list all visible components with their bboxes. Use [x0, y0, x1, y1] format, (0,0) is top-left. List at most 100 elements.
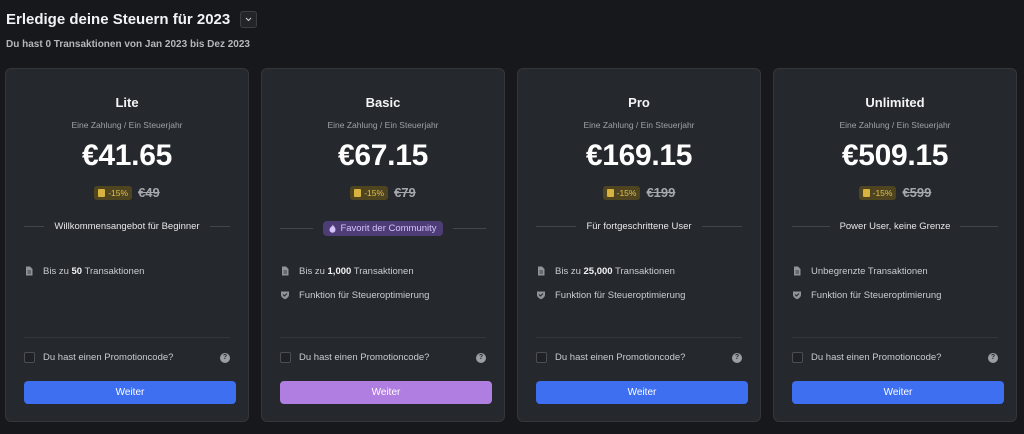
plan-tagline: Power User, keine Grenze	[839, 221, 951, 232]
plan-card-unlimited: Unlimited Eine Zahlung / Ein Steuerjahr …	[773, 68, 1017, 422]
plan-tagline: Willkommensangebot für Beginner	[54, 221, 200, 232]
plan-name: Lite	[115, 95, 139, 110]
help-icon[interactable]: ?	[732, 352, 742, 363]
feature-text: Bis zu 50 Transaktionen	[43, 265, 145, 277]
feature-list: Bis zu 25,000 Transaktionen Funktion für…	[536, 265, 742, 313]
promo-checkbox[interactable]	[536, 352, 547, 363]
divider-line	[701, 226, 743, 227]
tag-icon	[606, 188, 614, 197]
plan-frequency: Eine Zahlung / Ein Steuerjahr	[327, 120, 439, 130]
document-icon	[536, 266, 546, 276]
divider-line	[280, 337, 486, 338]
tagline-divider: Willkommensangebot für Beginner	[24, 221, 230, 232]
plan-tagline: Favorit der Community	[340, 223, 437, 234]
discount-label: -15%	[872, 187, 893, 198]
help-icon[interactable]: ?	[220, 352, 230, 363]
discount-badge: -15%	[350, 185, 389, 200]
promo-code-toggle[interactable]: Du hast einen Promotioncode?	[24, 352, 173, 363]
plan-price: €41.65	[82, 139, 172, 172]
year-dropdown-button[interactable]	[240, 10, 258, 28]
discount-badge: -15%	[602, 185, 641, 200]
continue-button[interactable]: Weiter	[792, 381, 1004, 404]
tag-icon	[354, 188, 362, 197]
divider-line	[792, 337, 998, 338]
discount-label: -15%	[616, 187, 637, 198]
shield-icon	[792, 290, 802, 300]
document-icon	[792, 266, 802, 276]
chevron-down-icon	[245, 17, 252, 21]
plan-name: Pro	[628, 95, 650, 110]
divider-line	[280, 228, 314, 229]
divider-line	[536, 337, 742, 338]
feature-text: Funktion für Steueroptimierung	[299, 289, 430, 301]
plan-price: €509.15	[841, 139, 949, 172]
feature-list: Bis zu 50 Transaktionen	[24, 265, 230, 289]
divider-line	[24, 337, 230, 338]
page-header: Erledige deine Steuern für 2023 Du hast …	[6, 8, 258, 50]
plan-card-basic: Basic Eine Zahlung / Ein Steuerjahr €67.…	[261, 68, 505, 422]
continue-button[interactable]: Weiter	[24, 381, 236, 404]
community-favorite-badge: Favorit der Community	[323, 221, 443, 236]
promo-row: Du hast einen Promotioncode? ?	[280, 352, 486, 363]
feature-item: Bis zu 1,000 Transaktionen	[280, 265, 486, 277]
promo-code-toggle[interactable]: Du hast einen Promotioncode?	[280, 352, 429, 363]
feature-list: Bis zu 1,000 Transaktionen Funktion für …	[280, 265, 486, 313]
plan-card-pro: Pro Eine Zahlung / Ein Steuerjahr €169.1…	[517, 68, 761, 422]
discount-row: -15% €79	[262, 185, 504, 200]
tagline-divider: Favorit der Community	[280, 221, 486, 236]
old-price: €599	[902, 185, 932, 200]
help-icon[interactable]: ?	[988, 352, 998, 363]
divider-line	[209, 226, 230, 227]
flame-icon	[329, 224, 336, 233]
divider-line	[792, 226, 830, 227]
plan-name: Unlimited	[865, 95, 925, 110]
document-icon	[280, 266, 290, 276]
document-icon	[24, 266, 34, 276]
plan-frequency: Eine Zahlung / Ein Steuerjahr	[583, 120, 695, 130]
discount-row: -15% €599	[774, 185, 1016, 200]
page-title: Erledige deine Steuern für 2023	[6, 10, 231, 28]
discount-badge: -15%	[858, 185, 897, 200]
divider-line	[452, 228, 486, 229]
old-price: €49	[138, 185, 160, 200]
feature-list: Unbegrenzte Transaktionen Funktion für S…	[792, 265, 998, 313]
discount-row: -15% €49	[6, 185, 248, 200]
feature-item: Bis zu 25,000 Transaktionen	[536, 265, 742, 277]
help-icon[interactable]: ?	[476, 352, 486, 363]
tagline-divider: Power User, keine Grenze	[792, 221, 999, 232]
promo-row: Du hast einen Promotioncode? ?	[792, 352, 998, 363]
promo-label: Du hast einen Promotioncode?	[43, 352, 174, 363]
feature-text: Funktion für Steueroptimierung	[555, 289, 686, 301]
feature-item: Bis zu 50 Transaktionen	[24, 265, 230, 277]
divider-line	[24, 226, 45, 227]
promo-code-toggle[interactable]: Du hast einen Promotioncode?	[792, 352, 941, 363]
feature-item: Funktion für Steueroptimierung	[280, 289, 486, 301]
continue-button[interactable]: Weiter	[536, 381, 748, 404]
promo-row: Du hast einen Promotioncode? ?	[536, 352, 742, 363]
divider-line	[960, 226, 999, 227]
tag-icon	[98, 188, 106, 197]
promo-row: Du hast einen Promotioncode? ?	[24, 352, 230, 363]
feature-item: Unbegrenzte Transaktionen	[792, 265, 998, 277]
plan-tagline: Für fortgeschrittene User	[586, 221, 692, 232]
plan-cards: Lite Eine Zahlung / Ein Steuerjahr €41.6…	[5, 68, 1017, 422]
promo-checkbox[interactable]	[792, 352, 803, 363]
old-price: €199	[646, 185, 676, 200]
continue-button[interactable]: Weiter	[280, 381, 492, 404]
plan-price: €67.15	[338, 139, 428, 172]
old-price: €79	[394, 185, 416, 200]
discount-row: -15% €199	[518, 185, 760, 200]
plan-card-lite: Lite Eine Zahlung / Ein Steuerjahr €41.6…	[5, 68, 249, 422]
promo-checkbox[interactable]	[280, 352, 291, 363]
promo-label: Du hast einen Promotioncode?	[555, 352, 686, 363]
shield-icon	[280, 290, 290, 300]
feature-text: Bis zu 25,000 Transaktionen	[555, 265, 675, 277]
discount-badge: -15%	[94, 185, 133, 200]
tag-icon	[862, 188, 870, 197]
promo-code-toggle[interactable]: Du hast einen Promotioncode?	[536, 352, 685, 363]
promo-checkbox[interactable]	[24, 352, 35, 363]
plan-frequency: Eine Zahlung / Ein Steuerjahr	[71, 120, 183, 130]
plan-frequency: Eine Zahlung / Ein Steuerjahr	[839, 120, 951, 130]
feature-item: Funktion für Steueroptimierung	[536, 289, 742, 301]
transaction-summary: Du hast 0 Transaktionen von Jan 2023 bis…	[6, 39, 250, 50]
